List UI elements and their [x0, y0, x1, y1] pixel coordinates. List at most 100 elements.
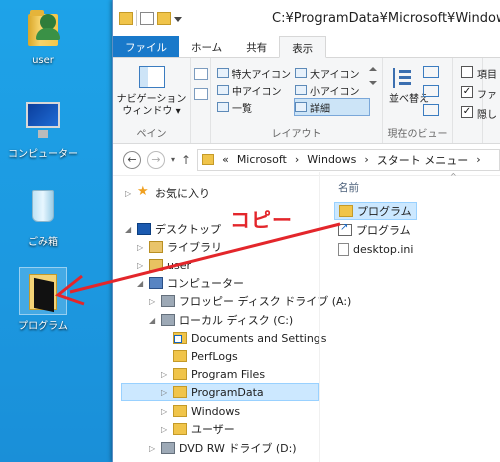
- shortcut-icon: [338, 222, 352, 236]
- layout-small-icons[interactable]: 小アイコン: [295, 82, 369, 98]
- hidden-checkbox[interactable]: ✓: [461, 106, 473, 118]
- up-button[interactable]: ↑: [181, 153, 191, 167]
- desktop-icon-user[interactable]: user: [8, 6, 78, 66]
- folder-icon: [173, 405, 187, 417]
- size-columns-icon[interactable]: [423, 104, 439, 116]
- breadcrumb-overflow[interactable]: «: [222, 153, 229, 166]
- group-by-icon[interactable]: [423, 66, 439, 78]
- tree-item-desktop[interactable]: ◢ デスクトップ: [125, 220, 221, 238]
- breadcrumb-separator[interactable]: ›: [295, 153, 299, 166]
- navigation-pane-button[interactable]: ナビゲーション ウィンドウ ▾: [113, 94, 190, 118]
- layout-large-icons[interactable]: 大アイコン: [295, 65, 369, 81]
- scroll-up-icon[interactable]: [369, 67, 377, 71]
- desktop-icon-recycle-bin[interactable]: ごみ箱: [8, 184, 78, 248]
- extension-checkbox-label: ファ: [477, 90, 497, 101]
- list-item[interactable]: desktop.ini: [334, 240, 417, 258]
- expander-icon[interactable]: ◢: [125, 225, 133, 234]
- desktop-icon-computer[interactable]: コンピューター: [8, 96, 78, 160]
- scroll-down-icon[interactable]: [369, 81, 377, 85]
- desktop-icon-program-folder[interactable]: プログラム: [8, 267, 78, 332]
- navigation-pane-icon[interactable]: [139, 66, 165, 88]
- tree-item-libraries[interactable]: ▷ ライブラリ: [137, 238, 222, 256]
- breadcrumb-microsoft[interactable]: Microsoft: [237, 153, 287, 166]
- desktop-icon: [137, 223, 151, 235]
- ribbon-tabs: ファイル ホーム 共有 表示: [113, 36, 500, 58]
- user-folder-icon: [20, 6, 66, 52]
- layout-details[interactable]: 詳細: [294, 98, 370, 116]
- group-caption: ペイン: [136, 129, 167, 140]
- window-title: C:¥ProgramData¥Microsoft¥Window: [272, 10, 500, 26]
- file-list: ^ 名前 プログラム プログラム desktop.ini: [319, 172, 500, 462]
- sort-icon[interactable]: [391, 66, 419, 90]
- view-icon: [217, 68, 229, 78]
- view-icon: [217, 102, 229, 112]
- breadcrumb-windows[interactable]: Windows: [307, 153, 356, 166]
- layout-medium-icons[interactable]: 中アイコン: [217, 82, 291, 98]
- tree-item-dvd-drive[interactable]: ▷ DVD RW ドライブ (D:): [149, 439, 297, 457]
- tab-share[interactable]: 共有: [234, 36, 279, 57]
- expander-icon[interactable]: ▷: [149, 297, 157, 306]
- tree-item-local-disk[interactable]: ◢ ローカル ディスク (C:): [149, 311, 293, 329]
- title-bar[interactable]: C:¥ProgramData¥Microsoft¥Window: [113, 0, 500, 36]
- breadcrumb-start-menu[interactable]: スタート メニュー: [377, 152, 469, 168]
- expander-icon[interactable]: ▷: [161, 388, 169, 397]
- properties-icon[interactable]: [140, 11, 154, 25]
- tree-item-documents-and-settings[interactable]: Documents and Settings: [161, 329, 327, 347]
- tree-item-programdata[interactable]: ▷ ProgramData: [121, 383, 319, 401]
- back-button[interactable]: ←: [123, 150, 141, 169]
- tree-item-program-files[interactable]: ▷ Program Files: [161, 365, 265, 383]
- new-folder-icon[interactable]: [157, 11, 171, 25]
- tab-view[interactable]: 表示: [279, 36, 327, 58]
- expander-icon[interactable]: ▷: [125, 189, 133, 198]
- expander-icon[interactable]: ▷: [137, 261, 145, 270]
- breadcrumb-separator[interactable]: ›: [364, 153, 368, 166]
- drive-icon: [161, 314, 175, 326]
- expander-icon[interactable]: ▷: [161, 425, 169, 434]
- add-columns-icon[interactable]: [423, 85, 439, 97]
- breadcrumb-separator[interactable]: ›: [476, 153, 480, 166]
- expander-icon[interactable]: ▷: [161, 407, 169, 416]
- star-icon: ★: [137, 184, 149, 199]
- tree-item-computer[interactable]: ◢ コンピューター: [137, 274, 244, 292]
- explorer-window[interactable]: C:¥ProgramData¥Microsoft¥Window ファイル ホーム…: [112, 0, 500, 462]
- show-group: 項目 ✓ ファ ✓ 隠し: [453, 58, 497, 143]
- tab-file[interactable]: ファイル: [113, 36, 179, 57]
- folder-icon: [173, 423, 187, 435]
- customize-arrow-icon[interactable]: [174, 17, 182, 23]
- desktop-icon-label: user: [32, 55, 54, 66]
- layout-list[interactable]: 一覧: [217, 99, 291, 115]
- item-checkbox[interactable]: [461, 66, 473, 78]
- desktop-icon-label: プログラム: [18, 321, 68, 332]
- column-header-name[interactable]: 名前: [338, 180, 359, 195]
- address-bar[interactable]: « Microsoft › Windows › スタート メニュー ›: [197, 148, 500, 171]
- tree-item-users[interactable]: ▷ ユーザー: [161, 420, 235, 438]
- expander-icon[interactable]: ▷: [137, 243, 145, 252]
- tree-item-perflogs[interactable]: PerfLogs: [161, 347, 238, 365]
- recent-locations-icon[interactable]: ▾: [171, 155, 175, 164]
- group-caption: レイアウト: [271, 129, 322, 140]
- list-item[interactable]: プログラム: [334, 221, 415, 239]
- desktop-icon-label: コンピューター: [8, 149, 78, 160]
- forward-button[interactable]: →: [147, 150, 165, 169]
- folder-icon: [119, 11, 133, 25]
- tree-item-favorites[interactable]: ▷ ★ お気に入り: [125, 184, 210, 202]
- details-pane-icon[interactable]: [194, 88, 208, 100]
- group-caption: 現在のビュー: [387, 129, 448, 140]
- expander-icon[interactable]: ▷: [161, 370, 169, 379]
- layout-scroll[interactable]: [369, 64, 377, 116]
- tab-home[interactable]: ホーム: [179, 36, 234, 57]
- view-icon: [295, 85, 307, 95]
- tree-item-windows[interactable]: ▷ Windows: [161, 402, 240, 420]
- folder-shortcut-icon: [173, 332, 187, 344]
- list-item[interactable]: プログラム: [334, 202, 417, 220]
- view-icon: [217, 85, 229, 95]
- preview-pane-icon[interactable]: [194, 68, 208, 80]
- expander-icon[interactable]: ◢: [137, 279, 145, 288]
- copy-annotation: コピー: [230, 208, 293, 232]
- extra-panes: [191, 58, 211, 143]
- extension-checkbox[interactable]: ✓: [461, 86, 473, 98]
- layout-extra-large-icons[interactable]: 特大アイコン: [217, 65, 291, 81]
- expander-icon[interactable]: ◢: [149, 316, 157, 325]
- tree-item-user[interactable]: ▷ user: [137, 256, 191, 274]
- expander-icon[interactable]: ▷: [149, 444, 157, 453]
